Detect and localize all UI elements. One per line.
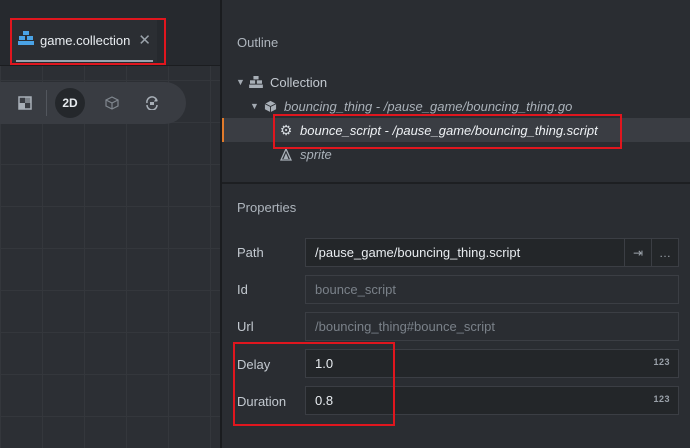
outline-item-collection[interactable]: ▼ Collection bbox=[222, 70, 690, 94]
properties-title: Properties bbox=[237, 200, 297, 215]
close-icon[interactable]: ✕ bbox=[138, 31, 151, 49]
outline-item-game-object[interactable]: ▼ bouncing_thing - /pause_game/bouncing_… bbox=[222, 94, 690, 118]
outline-item-label: bounce_script - /pause_game/bouncing_thi… bbox=[300, 122, 598, 138]
path-field-buttons: ⇥ … bbox=[624, 239, 678, 266]
duration-value: 0.8 bbox=[315, 393, 334, 408]
delay-field[interactable]: 1.0 123 bbox=[305, 349, 679, 378]
id-label: Id bbox=[237, 282, 248, 297]
cube-icon[interactable] bbox=[97, 88, 127, 118]
path-field[interactable]: /pause_game/bouncing_thing.script ⇥ … bbox=[305, 238, 679, 267]
path-value: /pause_game/bouncing_thing.script bbox=[315, 245, 521, 260]
duration-label: Duration bbox=[237, 394, 287, 409]
right-sidebar: Outline ▼ Collection ▼ bouncing_thing - … bbox=[222, 0, 690, 448]
sprite-icon bbox=[278, 147, 294, 161]
tab-active-underline bbox=[16, 60, 153, 62]
collection-icon bbox=[248, 76, 264, 88]
properties-panel: Properties Path /pause_game/bouncing_thi… bbox=[222, 184, 690, 448]
id-field[interactable]: bounce_script bbox=[305, 275, 679, 304]
tab-label: game.collection bbox=[40, 32, 131, 48]
delay-value: 1.0 bbox=[315, 356, 334, 371]
tab-game-collection[interactable]: game.collection ✕ bbox=[12, 18, 157, 62]
outline-item-label: bouncing_thing - /pause_game/bouncing_th… bbox=[284, 98, 573, 114]
path-label: Path bbox=[237, 245, 264, 260]
duration-field[interactable]: 0.8 123 bbox=[305, 386, 679, 415]
outline-item-label: sprite bbox=[300, 146, 332, 162]
url-label: Url bbox=[237, 319, 254, 334]
delay-label: Delay bbox=[237, 357, 271, 372]
editor-area: game.collection ✕ 2D bbox=[0, 0, 220, 448]
outline-item-label: Collection bbox=[270, 74, 328, 90]
url-field[interactable]: /bouncing_thing#bounce_script bbox=[305, 312, 679, 341]
outline-panel: Outline ▼ Collection ▼ bouncing_thing - … bbox=[222, 20, 690, 182]
outline-item-sprite[interactable]: sprite bbox=[222, 142, 690, 166]
browse-ellipsis-icon[interactable]: … bbox=[651, 239, 678, 266]
toolbar-separator bbox=[46, 90, 47, 116]
tab-bar: game.collection ✕ bbox=[0, 0, 220, 66]
scene-toolbar: 2D bbox=[0, 82, 186, 124]
numeric-badge-icon: 123 bbox=[653, 394, 670, 404]
camera-rotate-icon[interactable] bbox=[137, 88, 167, 118]
expand-arrow-icon[interactable]: ▼ bbox=[236, 77, 248, 87]
numeric-badge-icon: 123 bbox=[653, 357, 670, 367]
game-object-icon bbox=[262, 100, 278, 113]
collection-icon bbox=[18, 30, 34, 50]
id-value: bounce_script bbox=[315, 282, 396, 297]
outline-title: Outline bbox=[237, 35, 279, 50]
mode-2d-button[interactable]: 2D bbox=[55, 88, 85, 118]
frame-selection-icon[interactable] bbox=[10, 88, 40, 118]
selection-marker bbox=[222, 118, 224, 142]
gear-icon: ⚙ bbox=[279, 121, 293, 138]
url-value: /bouncing_thing#bounce_script bbox=[315, 319, 495, 334]
outline-item-script[interactable]: ⚙ bounce_script - /pause_game/bouncing_t… bbox=[222, 118, 690, 142]
open-file-icon[interactable]: ⇥ bbox=[624, 239, 651, 266]
expand-arrow-icon[interactable]: ▼ bbox=[250, 101, 262, 111]
